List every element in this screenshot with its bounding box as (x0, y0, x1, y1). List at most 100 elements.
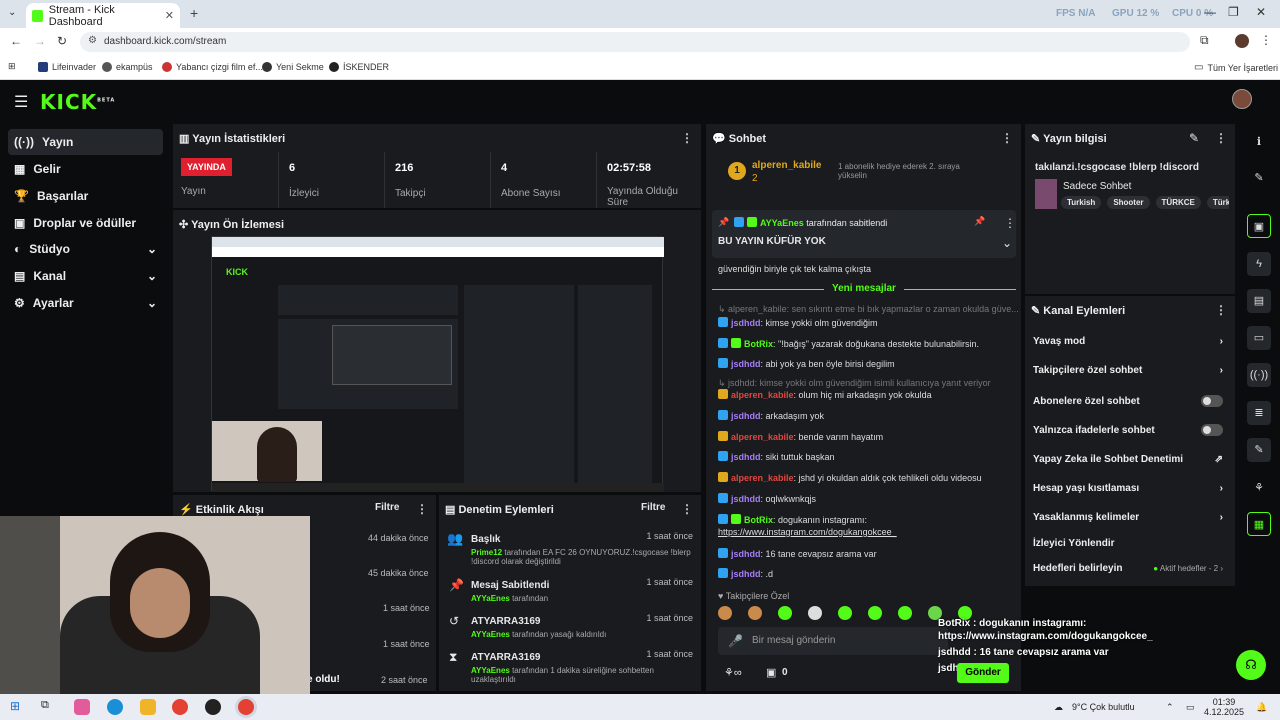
weather-icon[interactable]: ☁ (1054, 702, 1063, 713)
edit-icon[interactable]: ✎ (1189, 131, 1199, 145)
file-explorer-icon[interactable] (140, 699, 156, 715)
gift-icon[interactable]: ▣ (766, 666, 776, 679)
back-icon[interactable]: ← (10, 34, 22, 48)
sidebar-item-ayarlar[interactable]: ⚙ Ayarlar ⌄ (8, 290, 163, 316)
chrome-active-icon[interactable] (238, 699, 254, 715)
task-view-icon[interactable]: ⧉ (41, 699, 49, 712)
browser-tab[interactable]: Stream - Kick Dashboard ✕ (26, 3, 180, 28)
site-info-icon[interactable]: ⚙ (88, 35, 97, 46)
action-banned-words[interactable]: Yasaklanmış kelimeler › (1033, 512, 1223, 523)
edge-icon[interactable] (107, 699, 123, 715)
reload-icon[interactable]: ↻ (57, 34, 67, 48)
profile-avatar[interactable] (1235, 34, 1249, 48)
sidebar-item-studyo[interactable]: ◐ Stüdyo ⌄ (8, 236, 163, 262)
action-subscribers-chat[interactable]: Abonelere özel sohbet (1033, 395, 1223, 407)
url-input[interactable]: ⚙ dashboard.kick.com/stream (80, 32, 1190, 52)
pin-icon[interactable]: 📌 (974, 216, 985, 227)
obs-icon[interactable] (205, 699, 221, 715)
hamburger-menu-icon[interactable]: ☰ (14, 92, 28, 112)
moderation-filter-button[interactable]: Filtre (641, 502, 665, 513)
list-icon[interactable]: ≣ (1247, 401, 1271, 425)
clock[interactable]: 01:39 4.12.2025 (1204, 697, 1244, 717)
bookmark-item[interactable]: İSKENDER (329, 62, 389, 72)
action-redirect-viewers[interactable]: İzleyici Yönlendir (1033, 538, 1223, 549)
emote-icon[interactable] (718, 606, 732, 620)
chat-link[interactable]: https://www.instagram.com/dogukangokcee_ (718, 527, 897, 537)
more-icon[interactable]: ⋮ (681, 131, 693, 145)
apps-icon[interactable]: ▦ (1247, 512, 1271, 536)
copilot-icon[interactable] (74, 699, 90, 715)
bookmark-item[interactable]: Yeni Sekme (262, 62, 324, 72)
sidebar-item-yayin[interactable]: ((·)) Yayın (8, 129, 163, 155)
action-slow-mode[interactable]: Yavaş mod › (1033, 336, 1223, 347)
help-chat-icon[interactable]: ☊ (1236, 650, 1266, 680)
windows-start-icon[interactable]: ⊞ (10, 699, 20, 713)
extensions-icon[interactable]: ⧉ (1200, 33, 1209, 48)
bookmark-item[interactable]: Lifeinvader (38, 62, 96, 72)
tag[interactable]: Turkish (1061, 196, 1102, 209)
action-account-age[interactable]: Hesap yaşı kısıtlaması › (1033, 483, 1223, 494)
action-set-goals[interactable]: Hedefleri belirleyin ● Aktif hedefler - 2… (1033, 563, 1223, 574)
emote-icon[interactable] (898, 606, 912, 620)
points-icon[interactable]: ⚘ (1247, 476, 1271, 500)
action-followers-chat[interactable]: Takipçilere özel sohbet › (1033, 365, 1223, 376)
broadcast-icon[interactable]: ((·)) (1247, 363, 1271, 387)
action-ai-moderation[interactable]: Yapay Zeka ile Sohbet Denetimi ⇗ (1033, 454, 1223, 465)
tag[interactable]: Türk (1206, 196, 1229, 209)
more-icon[interactable]: ⋮ (1215, 303, 1227, 317)
window-close-icon[interactable]: ✕ (1256, 5, 1266, 19)
new-tab-icon[interactable]: + (190, 5, 198, 21)
bolt-icon[interactable]: ϟ (1247, 252, 1271, 276)
action-emote-only[interactable]: Yalnızca ifadelerle sohbet (1033, 424, 1223, 436)
category-thumbnail[interactable] (1035, 179, 1057, 209)
more-icon[interactable]: ⋮ (1215, 131, 1227, 145)
browser-menu-icon[interactable]: ⋮ (1260, 33, 1272, 47)
weather-text[interactable]: 9°C Çok bulutlu (1072, 702, 1135, 712)
tag[interactable]: TÜRKCE (1155, 196, 1201, 209)
document-icon[interactable]: ▤ (1247, 289, 1271, 313)
pinned-message[interactable]: 📌 AYYaEnes tarafından sabitlendi 📌 ⋮ BU … (712, 210, 1016, 258)
notification-icon[interactable]: 🔔 (1256, 702, 1267, 713)
apps-grid-icon[interactable]: ⊞ (8, 61, 16, 72)
emote-icon[interactable] (808, 606, 822, 620)
sidebar-item-basarilar[interactable]: 🏆 Başarılar (8, 183, 163, 209)
tag[interactable]: Shooter (1107, 196, 1150, 209)
user-avatar[interactable] (1232, 89, 1252, 109)
wrench-icon[interactable]: ✎ (1247, 438, 1271, 462)
stream-preview-video[interactable]: KICK (211, 236, 664, 492)
category-name[interactable]: Sadece Sohbet (1063, 181, 1131, 192)
kick-points-icon[interactable]: ⚘∞ (724, 666, 742, 679)
tray-chevron-icon[interactable]: ⌃ (1166, 702, 1174, 713)
emote-icon[interactable] (868, 606, 882, 620)
layout-icon[interactable]: ▣ (1247, 214, 1271, 238)
sidebar-item-droplar[interactable]: ▣ Droplar ve ödüller (8, 210, 163, 236)
forward-icon[interactable]: → (34, 34, 46, 48)
network-icon[interactable]: ▭ (1186, 702, 1195, 713)
emote-icon[interactable] (838, 606, 852, 620)
tab-list-icon[interactable]: ⌄ (8, 7, 16, 18)
emote-icon[interactable] (778, 606, 792, 620)
more-icon[interactable]: ⋮ (416, 502, 428, 516)
kick-logo[interactable]: KICKBETA (40, 90, 115, 114)
chrome-icon[interactable] (172, 699, 188, 715)
tab-close-icon[interactable]: ✕ (165, 9, 174, 22)
sidebar-item-kanal[interactable]: ▤ Kanal ⌄ (8, 263, 163, 289)
toggle-switch[interactable] (1201, 395, 1223, 407)
sidebar-item-gelir[interactable]: ▦ Gelir (8, 156, 163, 182)
more-icon[interactable]: ⋮ (1001, 131, 1013, 145)
bookmark-item[interactable]: Yabancı çizgi film ef... (162, 62, 263, 72)
bookmark-item[interactable]: ekampüs (102, 62, 153, 72)
edit-icon[interactable]: ✎ (1247, 166, 1271, 190)
maximize-icon[interactable]: ❐ (1228, 5, 1239, 19)
chat-icon[interactable]: ▭ (1247, 326, 1271, 350)
mic-icon[interactable]: 🎤 (728, 634, 743, 648)
emote-icon[interactable] (748, 606, 762, 620)
chevron-down-icon[interactable]: ⌄ (1002, 236, 1012, 250)
more-icon[interactable]: ⋮ (681, 502, 693, 516)
all-bookmarks[interactable]: ▭ Tüm Yer İşaretleri (1194, 62, 1278, 73)
chat-input[interactable]: 🎤 Bir mesaj gönderin (718, 627, 948, 655)
activity-filter-button[interactable]: Filtre (375, 502, 399, 513)
minimize-icon[interactable]: — (1204, 5, 1216, 19)
more-icon[interactable]: ⋮ (1004, 216, 1016, 230)
info-icon[interactable]: ℹ (1247, 130, 1271, 154)
